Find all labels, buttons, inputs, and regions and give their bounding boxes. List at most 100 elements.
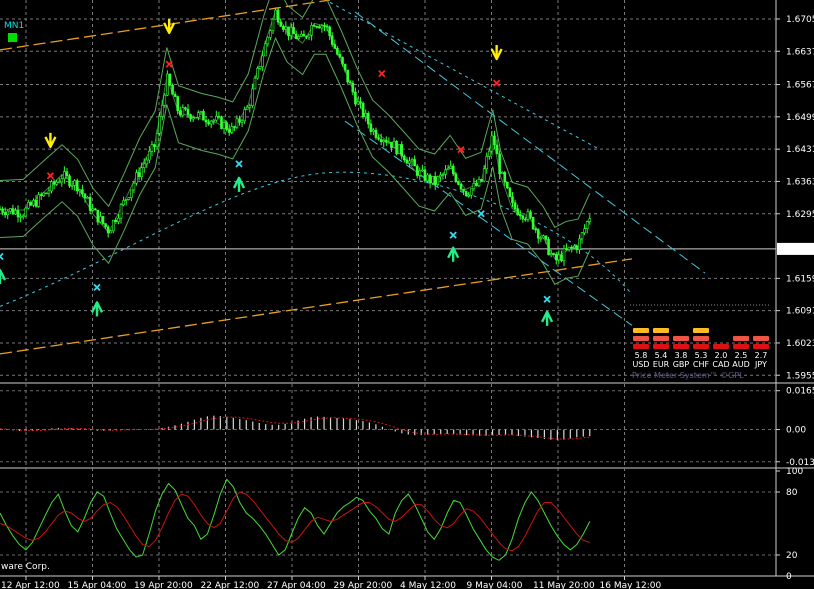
- price-tick-label: 1.6567: [786, 81, 814, 91]
- candle-body: [302, 33, 306, 37]
- forex-chart-window: 1.6705 1.6637 1.6567 1.6499 1.6431 1.6363 1.62…: [0, 0, 814, 589]
- time-tick-label: 16 May 12:00: [600, 581, 662, 589]
- candle-body: [341, 56, 344, 65]
- meter-bar-segment: [693, 336, 709, 341]
- time-tick-label: 4 May 12:00: [400, 581, 456, 589]
- price-candles: [0, 7, 592, 267]
- candle-body: [160, 104, 164, 117]
- candle-body: [171, 84, 174, 95]
- buy-arrow-icon: [0, 268, 7, 285]
- candle-body: [127, 197, 131, 200]
- candle-body: [292, 27, 295, 35]
- candle-body: [93, 208, 97, 211]
- meter-currency: USD: [632, 360, 649, 369]
- candle-body: [565, 248, 568, 250]
- current-price-label: 1.6221: [786, 245, 814, 255]
- candle-body: [261, 55, 264, 67]
- candle-body: [444, 169, 447, 175]
- candle-body: [189, 114, 192, 120]
- candle-body: [356, 101, 360, 105]
- candle-body: [65, 171, 69, 177]
- time-axis: 12 Apr 12:00 15 Apr 04:00 19 Apr 20:00 22 A…: [1, 576, 661, 589]
- buy-arrow-icon: [232, 176, 246, 192]
- candle-body: [238, 118, 241, 123]
- sell-cross-icon: [378, 69, 386, 78]
- candle-body: [493, 135, 496, 146]
- price-tick-label: 1.6295: [786, 210, 814, 220]
- candle-body: [547, 239, 550, 256]
- candle-body: [227, 129, 231, 133]
- candle-body: [516, 208, 519, 216]
- sell-cross-icon: [46, 172, 55, 180]
- candle-body: [575, 245, 579, 250]
- stoch-tick-label: 100: [786, 467, 803, 477]
- candle-body: [562, 248, 566, 261]
- candle-body: [433, 176, 437, 185]
- candle-body: [585, 221, 589, 229]
- candle-body: [78, 189, 82, 192]
- meter-value: 5.8: [635, 351, 648, 360]
- candle-body: [413, 159, 416, 167]
- candle-body: [390, 141, 393, 148]
- candle-body: [163, 94, 167, 106]
- sell-arrow-icon: [163, 18, 176, 35]
- candle-body: [312, 25, 316, 27]
- price-tick-label: 1.6091: [786, 307, 814, 317]
- price-tick-label: 1.6431: [786, 145, 814, 155]
- buy-cross-icon: [235, 160, 243, 168]
- candle-body: [472, 182, 476, 190]
- candle-body: [583, 228, 586, 234]
- candle-body: [173, 94, 177, 97]
- candle-body: [81, 189, 84, 195]
- candle-body: [294, 33, 298, 39]
- meter-bar-segment: [733, 336, 749, 341]
- candle-body: [354, 91, 357, 105]
- candle-body: [124, 199, 128, 201]
- candle-body: [145, 159, 149, 165]
- candle-body: [281, 26, 285, 30]
- candle-body: [104, 223, 107, 228]
- candle-body: [544, 235, 548, 240]
- bollinger-lower: [0, 36, 591, 285]
- candle-body: [521, 215, 525, 220]
- price-tick-label: 1.6363: [786, 177, 814, 187]
- candle-body: [534, 228, 537, 231]
- price-meter-panel: 5.8USD 5.4EUR 3.8GBP 5.3CHF 2.0CAD 2.5AUD 2.7J…: [630, 304, 770, 369]
- candle-body: [217, 115, 221, 118]
- candle-body: [168, 73, 172, 86]
- candle-body: [557, 254, 561, 261]
- candle-body: [119, 204, 123, 219]
- candle-body: [513, 202, 517, 210]
- candle-body: [258, 66, 262, 69]
- sell-cross-icon: [165, 60, 173, 68]
- candle-body: [73, 180, 76, 186]
- chart-canvas[interactable]: 1.6705 1.6637 1.6567 1.6499 1.6431 1.6363 1.62…: [0, 0, 814, 589]
- candle-body: [263, 43, 267, 57]
- candle-body: [343, 63, 347, 71]
- meter-bar-segment: [693, 328, 709, 333]
- candle-body: [421, 169, 424, 172]
- candle-body: [233, 126, 236, 128]
- candle-body: [325, 25, 329, 28]
- candle-body: [500, 172, 504, 175]
- candle-body: [328, 26, 331, 36]
- candle-body: [567, 246, 571, 250]
- candle-body: [408, 160, 411, 164]
- candle-body: [580, 232, 584, 240]
- candle-body: [101, 216, 105, 224]
- candle-body: [289, 27, 293, 36]
- candle-body: [21, 215, 25, 218]
- candle-body: [9, 208, 12, 212]
- candle-body: [117, 217, 120, 223]
- price-tick-label: 1.6023: [786, 339, 814, 349]
- candle-body: [19, 216, 22, 218]
- candle-body: [112, 220, 115, 232]
- timeframe-label: MN1: [4, 21, 24, 31]
- stoch-signal-line: [0, 491, 590, 552]
- candle-body: [75, 180, 79, 192]
- candle-body: [482, 168, 486, 182]
- candle-body: [495, 144, 499, 155]
- candle-body: [300, 33, 303, 37]
- candle-body: [464, 190, 468, 197]
- macd-histogram: [0, 415, 591, 441]
